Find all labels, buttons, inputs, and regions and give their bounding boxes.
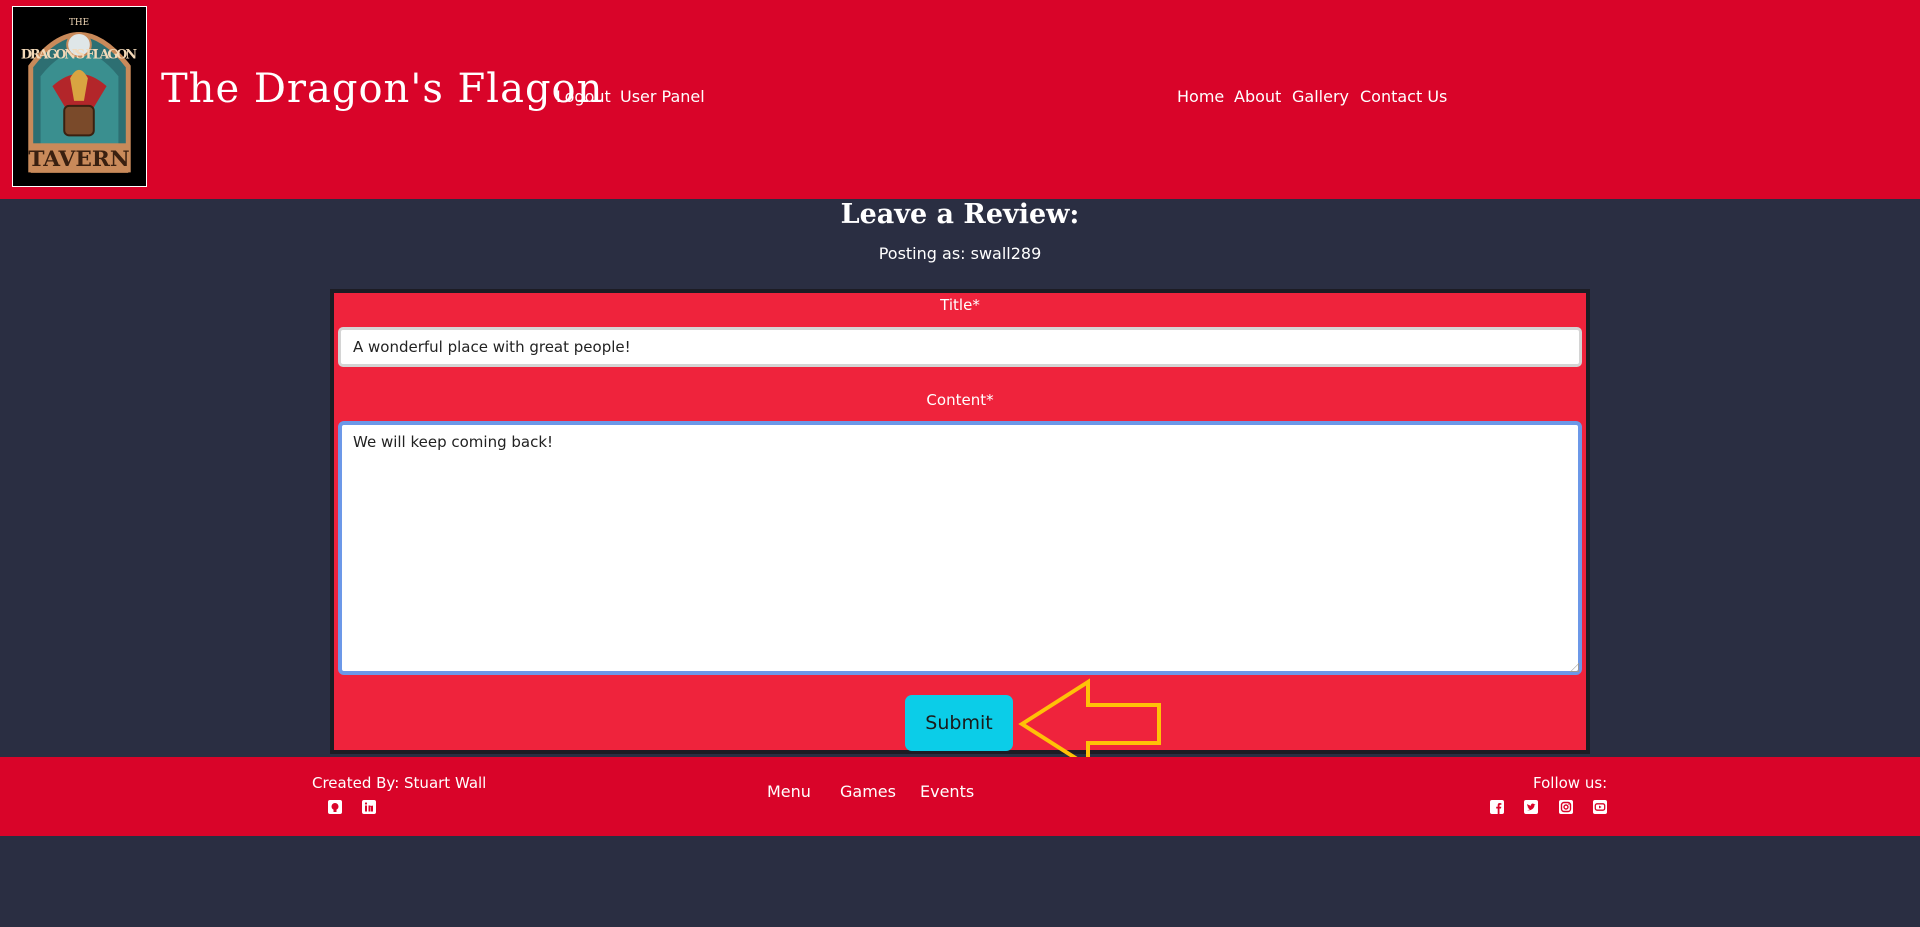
logo-artwork: THE DRAGON'S FLAGON TAVERN bbox=[13, 7, 146, 186]
title-input[interactable] bbox=[338, 327, 1582, 367]
logo-text-name: DRAGON'S FLAGON bbox=[21, 48, 138, 63]
nav-contact-link[interactable]: Contact Us bbox=[1360, 87, 1447, 106]
site-footer: Created By: Stuart Wall Menu Games Event… bbox=[0, 757, 1920, 836]
footer-events-link[interactable]: Events bbox=[920, 782, 974, 801]
tavern-logo[interactable]: THE DRAGON'S FLAGON TAVERN bbox=[12, 6, 147, 187]
title-label: Title* bbox=[940, 296, 980, 314]
footer-games-link[interactable]: Games bbox=[840, 782, 896, 801]
content-textarea[interactable]: We will keep coming back! bbox=[338, 421, 1582, 675]
nav-home-link[interactable]: Home bbox=[1177, 87, 1224, 106]
posting-as-text: Posting as: swall289 bbox=[878, 244, 1042, 263]
logo-text-the: THE bbox=[69, 18, 89, 28]
logo-text-tavern: TAVERN bbox=[28, 147, 129, 172]
youtube-icon[interactable] bbox=[1593, 800, 1607, 814]
linkedin-icon[interactable] bbox=[362, 800, 376, 814]
user-panel-link[interactable]: User Panel bbox=[620, 87, 705, 106]
site-header: THE DRAGON'S FLAGON TAVERN The Dragon's … bbox=[0, 0, 1920, 199]
nav-about-link[interactable]: About bbox=[1234, 87, 1281, 106]
facebook-icon[interactable] bbox=[1490, 800, 1504, 814]
github-icon[interactable] bbox=[328, 800, 342, 814]
nav-gallery-link[interactable]: Gallery bbox=[1292, 87, 1349, 106]
submit-button[interactable]: Submit bbox=[905, 695, 1013, 751]
content-label: Content* bbox=[926, 391, 994, 409]
textarea-resize-handle[interactable] bbox=[1570, 663, 1579, 672]
twitter-icon[interactable] bbox=[1524, 800, 1538, 814]
logout-link[interactable]: Logout bbox=[556, 87, 611, 106]
review-form: Title* Content* We will keep coming back… bbox=[330, 289, 1590, 754]
follow-us-text: Follow us: bbox=[1533, 774, 1608, 792]
site-title[interactable]: The Dragon's Flagon bbox=[161, 66, 603, 112]
instagram-icon[interactable] bbox=[1559, 800, 1573, 814]
created-by-text: Created By: Stuart Wall bbox=[312, 774, 487, 792]
page-heading: Leave a Review: bbox=[840, 199, 1080, 230]
footer-menu-link[interactable]: Menu bbox=[767, 782, 811, 801]
